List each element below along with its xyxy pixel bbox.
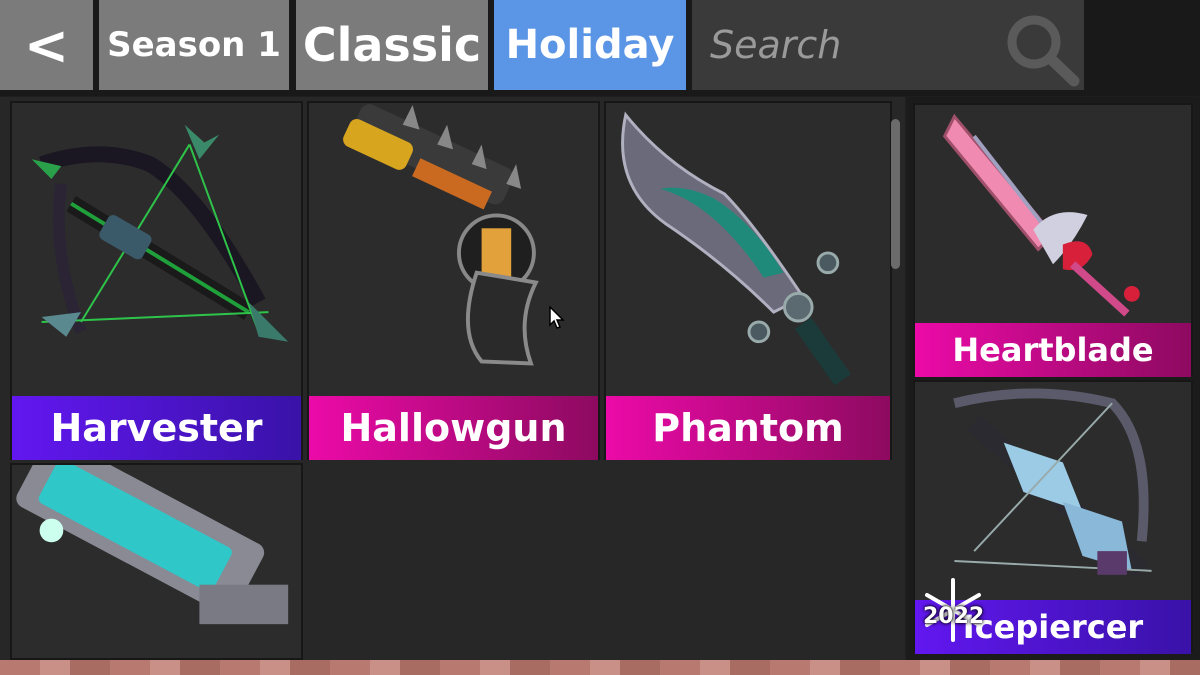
sword-icon xyxy=(942,113,1140,317)
revolver-icon xyxy=(343,104,539,366)
tab-classic[interactable]: Classic xyxy=(296,0,488,90)
item-card-harvester[interactable]: Harvester xyxy=(10,101,303,460)
item-card-heartblade[interactable]: Heartblade xyxy=(913,103,1193,377)
top-bar: < Season 1 Classic Holiday xyxy=(0,0,1200,96)
search-icon[interactable] xyxy=(998,8,1082,88)
knife-icon xyxy=(621,111,851,386)
item-name: Harvester xyxy=(12,396,301,460)
scrollbar-thumb[interactable] xyxy=(891,119,900,269)
gun-icon xyxy=(16,465,289,625)
item-card-partial[interactable] xyxy=(10,463,303,660)
tab-holiday[interactable]: Holiday xyxy=(494,0,686,90)
back-button[interactable]: < xyxy=(0,0,93,90)
item-name: Hallowgun xyxy=(309,396,598,460)
side-panel: Heartblade Icepiercer 2022 xyxy=(907,97,1200,660)
item-card-icepiercer[interactable]: Icepiercer 2022 xyxy=(913,380,1193,654)
item-card-phantom[interactable]: Phantom xyxy=(604,101,892,460)
item-card-hallowgun[interactable]: Hallowgun xyxy=(307,101,600,460)
crossbow-icon xyxy=(31,124,289,342)
search-box[interactable] xyxy=(692,0,1084,90)
weapon-grid: Harvester Hallowgun Phantom xyxy=(0,97,905,660)
search-input[interactable] xyxy=(692,0,992,90)
item-name: Phantom xyxy=(606,396,890,460)
background-floor xyxy=(0,660,1200,675)
tab-season-1[interactable]: Season 1 xyxy=(99,0,289,90)
crossbow-icon xyxy=(953,388,1152,579)
year-badge: 2022 xyxy=(923,604,985,629)
mouse-cursor-icon xyxy=(549,306,565,329)
item-name: Heartblade xyxy=(915,323,1191,377)
